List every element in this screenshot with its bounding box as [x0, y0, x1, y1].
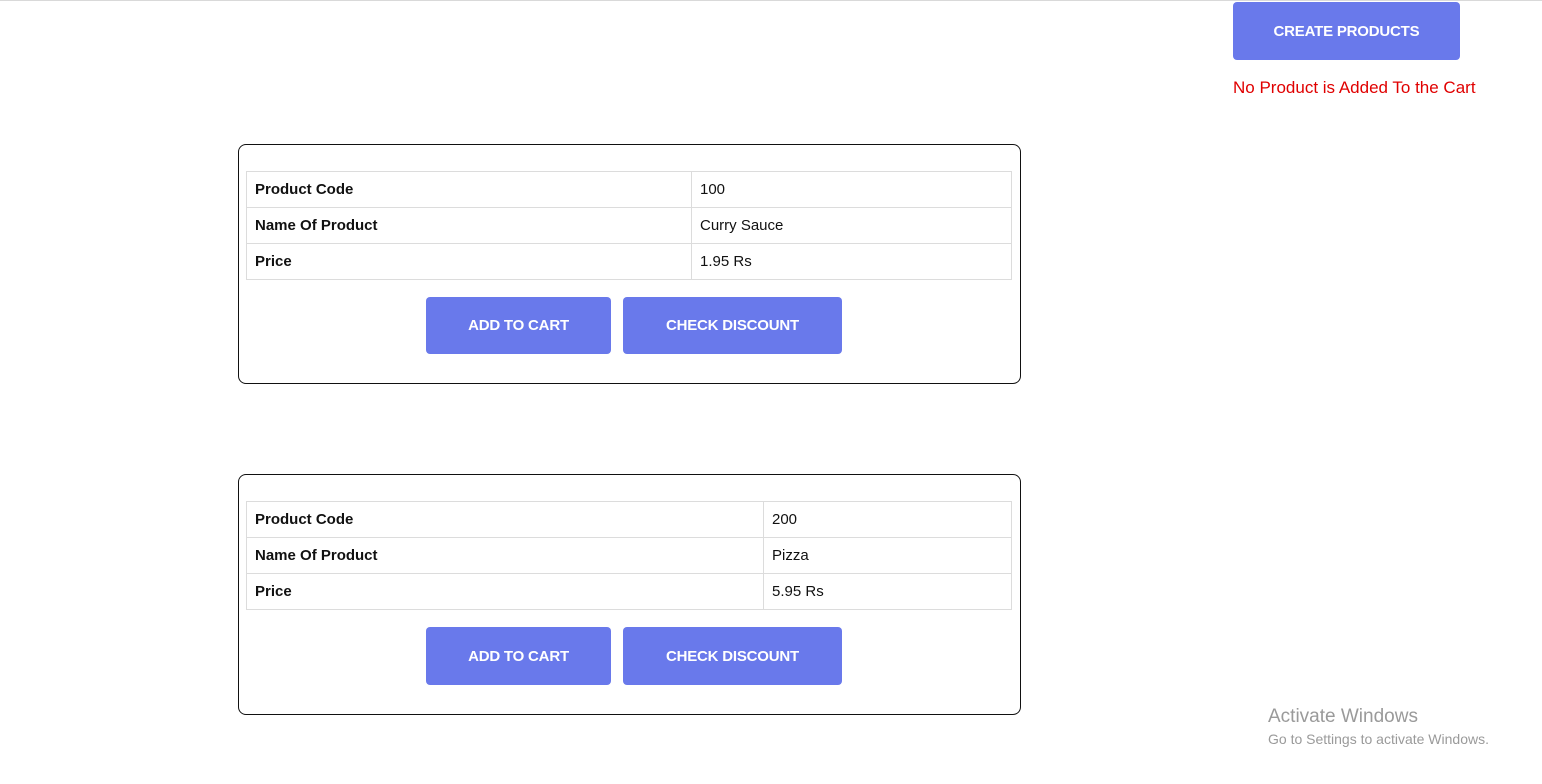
product-details-table: Product Code 200 Name Of Product Pizza P… [246, 501, 1012, 610]
create-products-button[interactable]: CREATE PRODUCTS [1233, 2, 1460, 60]
table-row: Product Code 100 [246, 171, 1012, 208]
windows-activation-watermark: Activate Windows Go to Settings to activ… [1268, 705, 1489, 749]
table-row: Product Code 200 [246, 501, 1012, 538]
add-to-cart-button[interactable]: ADD TO CART [426, 297, 611, 354]
watermark-subtitle: Go to Settings to activate Windows. [1268, 731, 1489, 747]
product-code-label: Product Code [246, 501, 764, 538]
table-row: Price 5.95 Rs [246, 573, 1012, 610]
product-name-value: Pizza [763, 537, 1012, 574]
product-price-value: 5.95 Rs [763, 573, 1012, 610]
product-name-value: Curry Sauce [691, 207, 1012, 244]
table-row: Name Of Product Pizza [246, 537, 1012, 574]
add-to-cart-button[interactable]: ADD TO CART [426, 627, 611, 685]
top-divider [0, 0, 1542, 1]
product-price-label: Price [246, 243, 692, 280]
check-discount-button[interactable]: CHECK DISCOUNT [623, 627, 842, 685]
product-details-table: Product Code 100 Name Of Product Curry S… [246, 171, 1012, 280]
product-code-value: 100 [691, 171, 1012, 208]
product-price-label: Price [246, 573, 764, 610]
product-name-label: Name Of Product [246, 207, 692, 244]
product-price-value: 1.95 Rs [691, 243, 1012, 280]
product-code-label: Product Code [246, 171, 692, 208]
product-card: Product Code 100 Name Of Product Curry S… [238, 144, 1021, 384]
table-row: Name Of Product Curry Sauce [246, 207, 1012, 244]
table-row: Price 1.95 Rs [246, 243, 1012, 280]
cart-status-message: No Product is Added To the Cart [1233, 78, 1476, 97]
watermark-title: Activate Windows [1268, 706, 1418, 727]
product-code-value: 200 [763, 501, 1012, 538]
check-discount-button[interactable]: CHECK DISCOUNT [623, 297, 842, 354]
product-name-label: Name Of Product [246, 537, 764, 574]
product-card: Product Code 200 Name Of Product Pizza P… [238, 474, 1021, 715]
